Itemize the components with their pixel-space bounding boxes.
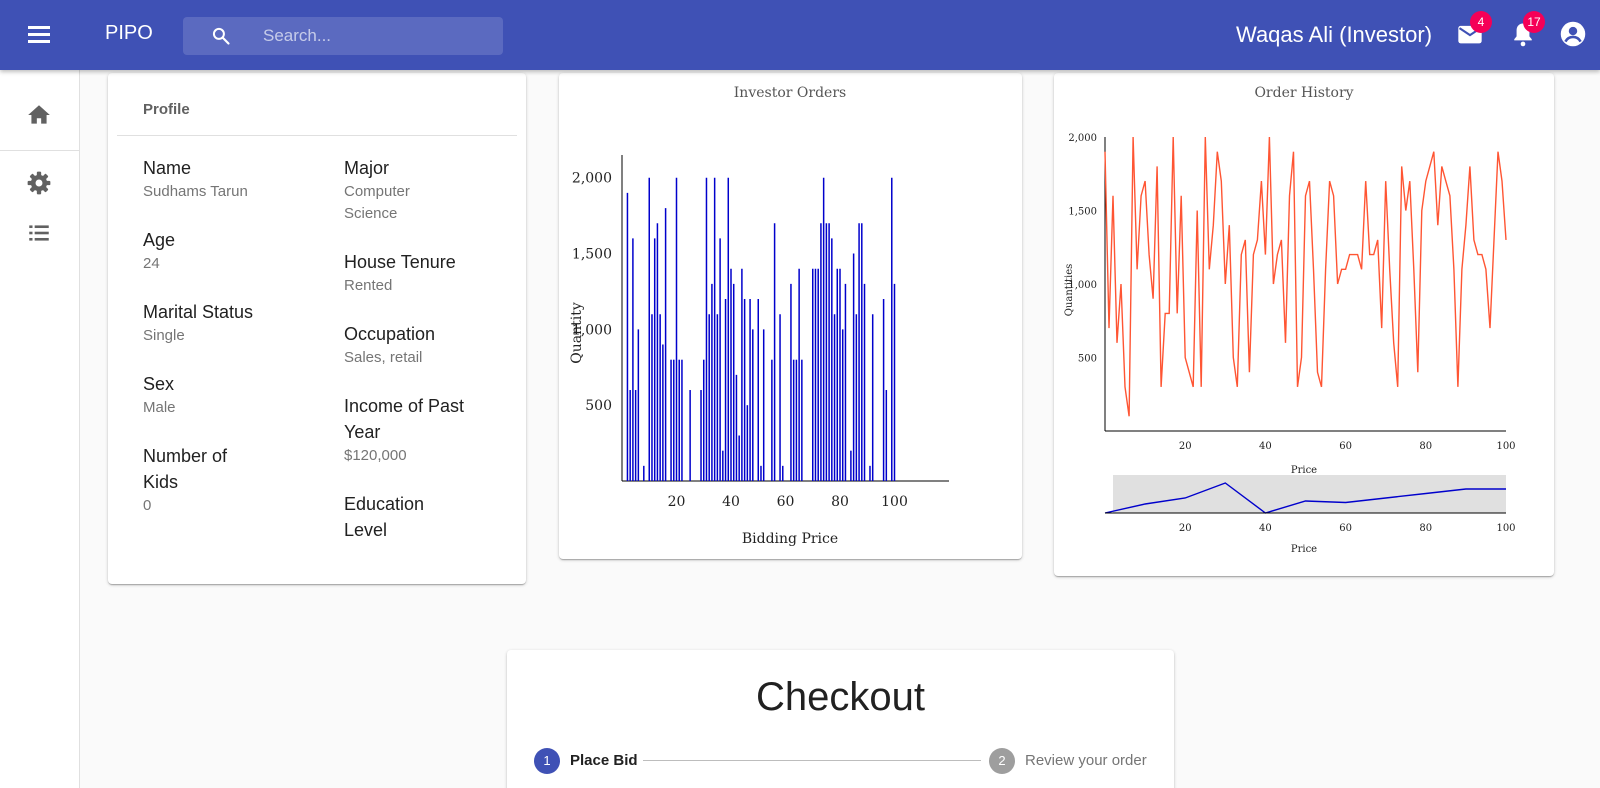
notifications-button[interactable]: 17 <box>1509 11 1545 50</box>
chart-title: Order History <box>1254 85 1353 101</box>
step-review-order[interactable]: 2 Review your order <box>989 748 1164 774</box>
y-tick-label: 2,000 <box>1068 133 1097 144</box>
field-value: 0 <box>143 497 152 514</box>
field-label: Education Level <box>344 494 425 540</box>
checkout-title: Checkout <box>756 675 925 719</box>
y-tick-label: 500 <box>585 398 612 414</box>
profile-card: Profile Name Sudhams Tarun Age 24 Marita… <box>108 73 526 584</box>
x-tick-label: 100 <box>881 494 908 510</box>
x-tick-label: 80 <box>831 494 849 510</box>
field-label: Occupation <box>344 324 436 344</box>
field-value: 24 <box>143 255 160 272</box>
brush-x-axis-label: Price <box>1291 544 1317 555</box>
field-occupation: Occupation Sales, retail <box>344 321 514 369</box>
drawer-divider <box>0 150 80 151</box>
user-name: Waqas Ali (Investor) <box>1236 22 1433 47</box>
field-marital-status: Marital Status Single <box>143 299 313 347</box>
x-tick-label: 60 <box>777 494 795 510</box>
y-tick-label: 1,000 <box>1068 280 1097 291</box>
y-tick-label: 2,000 <box>572 171 612 187</box>
field-name: Name Sudhams Tarun <box>143 155 313 203</box>
history-line <box>1104 136 1507 417</box>
search-input[interactable] <box>263 17 493 55</box>
field-value: Male <box>143 399 176 416</box>
x-tick-label: 100 <box>1496 441 1515 452</box>
investor-orders-chart: Investor Orders Bidding Price Quantity 2… <box>569 85 949 547</box>
field-value: Sales, retail <box>344 349 423 366</box>
step-place-bid[interactable]: 1 Place Bid <box>534 748 644 774</box>
checkout-card: Checkout 1 Place Bid 2 Review your order <box>507 650 1174 788</box>
field-sex: Sex Male <box>143 371 313 419</box>
x-tick-label: 40 <box>722 494 740 510</box>
field-label: Income of Past Year <box>344 396 465 442</box>
step-label: Review your order <box>1025 752 1147 769</box>
notifications-badge: 17 <box>1523 11 1545 33</box>
y-tick-label: 500 <box>1078 354 1097 365</box>
account-button[interactable] <box>1559 20 1589 50</box>
account-circle-icon <box>1560 21 1586 47</box>
brush-selection <box>1113 475 1506 513</box>
x-tick-label: 20 <box>668 494 686 510</box>
step-label: Place Bid <box>570 752 638 769</box>
mail-button[interactable]: 4 <box>1456 11 1492 50</box>
field-label: House Tenure <box>344 252 456 272</box>
home-icon[interactable] <box>26 102 52 128</box>
field-value: Single <box>143 327 185 344</box>
brush-x-tick-label: 100 <box>1496 523 1515 534</box>
field-value: Computer Science <box>344 183 410 222</box>
list-icon[interactable] <box>26 220 52 246</box>
search-icon <box>212 27 230 45</box>
side-drawer <box>0 70 80 788</box>
brush-x-tick-label: 40 <box>1259 523 1272 534</box>
mail-badge: 4 <box>1470 11 1492 33</box>
step-connector <box>643 760 981 761</box>
app-bar: PIPO Waqas Ali (Investor) 4 17 <box>0 0 1600 70</box>
x-axis-label: Price <box>1291 465 1317 476</box>
x-tick-label: 40 <box>1259 441 1272 452</box>
field-age: Age 24 <box>143 227 313 275</box>
app-title: PIPO <box>105 22 153 44</box>
field-house-tenure: House Tenure Rented <box>344 249 514 297</box>
profile-title: Profile <box>143 101 190 118</box>
field-value: $120,000 <box>344 447 407 464</box>
x-tick-label: 20 <box>1179 441 1192 452</box>
field-label: Name <box>143 158 192 178</box>
field-major: Major Computer Science <box>344 155 444 225</box>
step-number: 1 <box>534 748 560 774</box>
field-label: Age <box>143 230 176 250</box>
y-tick-label: 1,500 <box>1068 207 1097 218</box>
field-label: Marital Status <box>143 302 254 322</box>
x-tick-label: 60 <box>1339 441 1352 452</box>
field-value: Sudhams Tarun <box>143 183 248 200</box>
brush-x-tick-label: 80 <box>1419 523 1432 534</box>
field-education-level: Education Level <box>344 491 454 543</box>
field-label: Sex <box>143 374 175 394</box>
field-value: Rented <box>344 277 393 294</box>
investor-orders-card: Investor Orders Bidding Price Quantity 2… <box>559 73 1022 559</box>
chart-title: Investor Orders <box>734 85 846 101</box>
field-label: Number of Kids <box>143 446 228 492</box>
brush-x-tick-label: 60 <box>1339 523 1352 534</box>
step-number: 2 <box>989 748 1015 774</box>
profile-divider <box>117 135 517 136</box>
order-history-card: Order History Price Quantities Price 20 4… <box>1054 73 1554 576</box>
y-tick-label: 1,500 <box>572 247 612 263</box>
menu-icon[interactable] <box>22 20 56 50</box>
order-history-chart: Order History Price Quantities Price 20 4… <box>1064 85 1516 555</box>
x-axis-label: Bidding Price <box>742 531 838 547</box>
brush-x-tick-label: 20 <box>1179 523 1192 534</box>
field-income: Income of Past Year $120,000 <box>344 393 484 467</box>
search-box <box>183 17 503 55</box>
field-number-of-kids: Number of Kids 0 <box>143 443 263 517</box>
field-label: Major <box>344 158 390 178</box>
gear-icon[interactable] <box>26 170 52 196</box>
x-tick-label: 80 <box>1419 441 1432 452</box>
y-tick-label: 1,000 <box>572 322 612 338</box>
